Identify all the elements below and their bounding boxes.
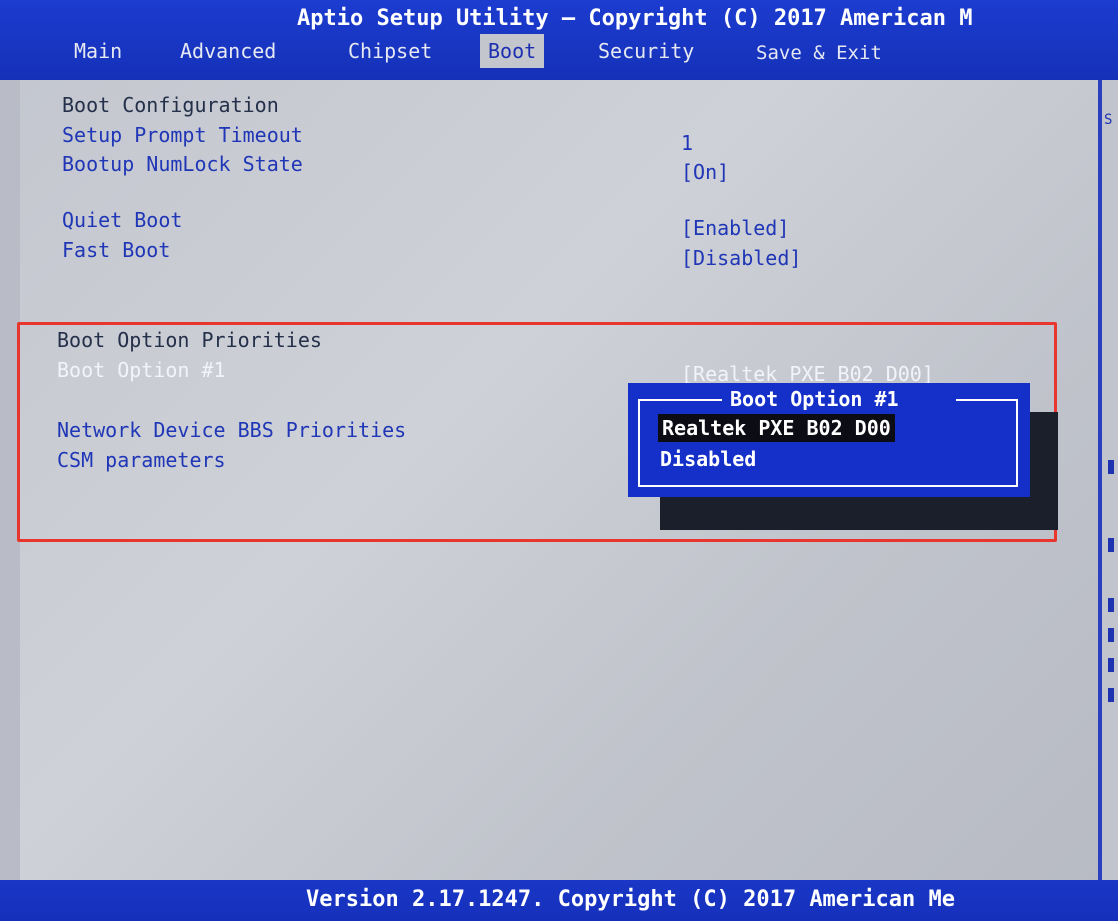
bootup-numlock-value[interactable]: [On]: [681, 160, 729, 184]
tab-security[interactable]: Security: [590, 34, 702, 68]
version-footer: Version 2.17.1247. Copyright (C) 2017 Am…: [306, 887, 956, 912]
quiet-boot-label[interactable]: Quiet Boot: [62, 208, 182, 232]
bootup-numlock-label[interactable]: Bootup NumLock State: [62, 152, 303, 176]
help-marker: [1108, 628, 1114, 642]
help-marker: [1108, 598, 1114, 612]
popup-frame-edge: [638, 399, 722, 401]
help-marker: [1108, 658, 1114, 672]
bottom-bar: Version 2.17.1247. Copyright (C) 2017 Am…: [0, 880, 1118, 921]
tab-main[interactable]: Main: [66, 34, 130, 68]
tab-chipset[interactable]: Chipset: [340, 34, 440, 68]
tab-boot[interactable]: Boot: [480, 34, 545, 68]
popup-option-disabled[interactable]: Disabled: [660, 445, 756, 473]
tab-advanced[interactable]: Advanced: [172, 34, 284, 68]
boot-option-popup: Boot Option #1 Realtek PXE B02 D00 Disab…: [628, 383, 1030, 497]
tab-save-exit[interactable]: Save & Exit: [748, 36, 890, 70]
popup-frame-edge: [956, 399, 1018, 401]
popup-frame: [638, 399, 1018, 487]
app-title: Aptio Setup Utility – Copyright (C) 2017…: [297, 6, 973, 31]
help-text: S: [1104, 112, 1113, 128]
popup-option-realtek[interactable]: Realtek PXE B02 D00: [658, 414, 895, 442]
top-bar: Aptio Setup Utility – Copyright (C) 2017…: [0, 0, 1118, 80]
setup-prompt-timeout-label[interactable]: Setup Prompt Timeout: [62, 123, 303, 147]
help-marker: [1108, 688, 1114, 702]
help-panel: S: [1102, 80, 1118, 880]
fast-boot-value[interactable]: [Disabled]: [681, 246, 801, 270]
help-marker: [1108, 538, 1114, 552]
quiet-boot-value[interactable]: [Enabled]: [681, 216, 789, 240]
fast-boot-label[interactable]: Fast Boot: [62, 238, 170, 262]
help-marker: [1108, 460, 1114, 474]
popup-title: Boot Option #1: [730, 387, 899, 411]
setup-prompt-timeout-value[interactable]: 1: [681, 131, 693, 155]
section-boot-configuration: Boot Configuration: [62, 93, 279, 117]
